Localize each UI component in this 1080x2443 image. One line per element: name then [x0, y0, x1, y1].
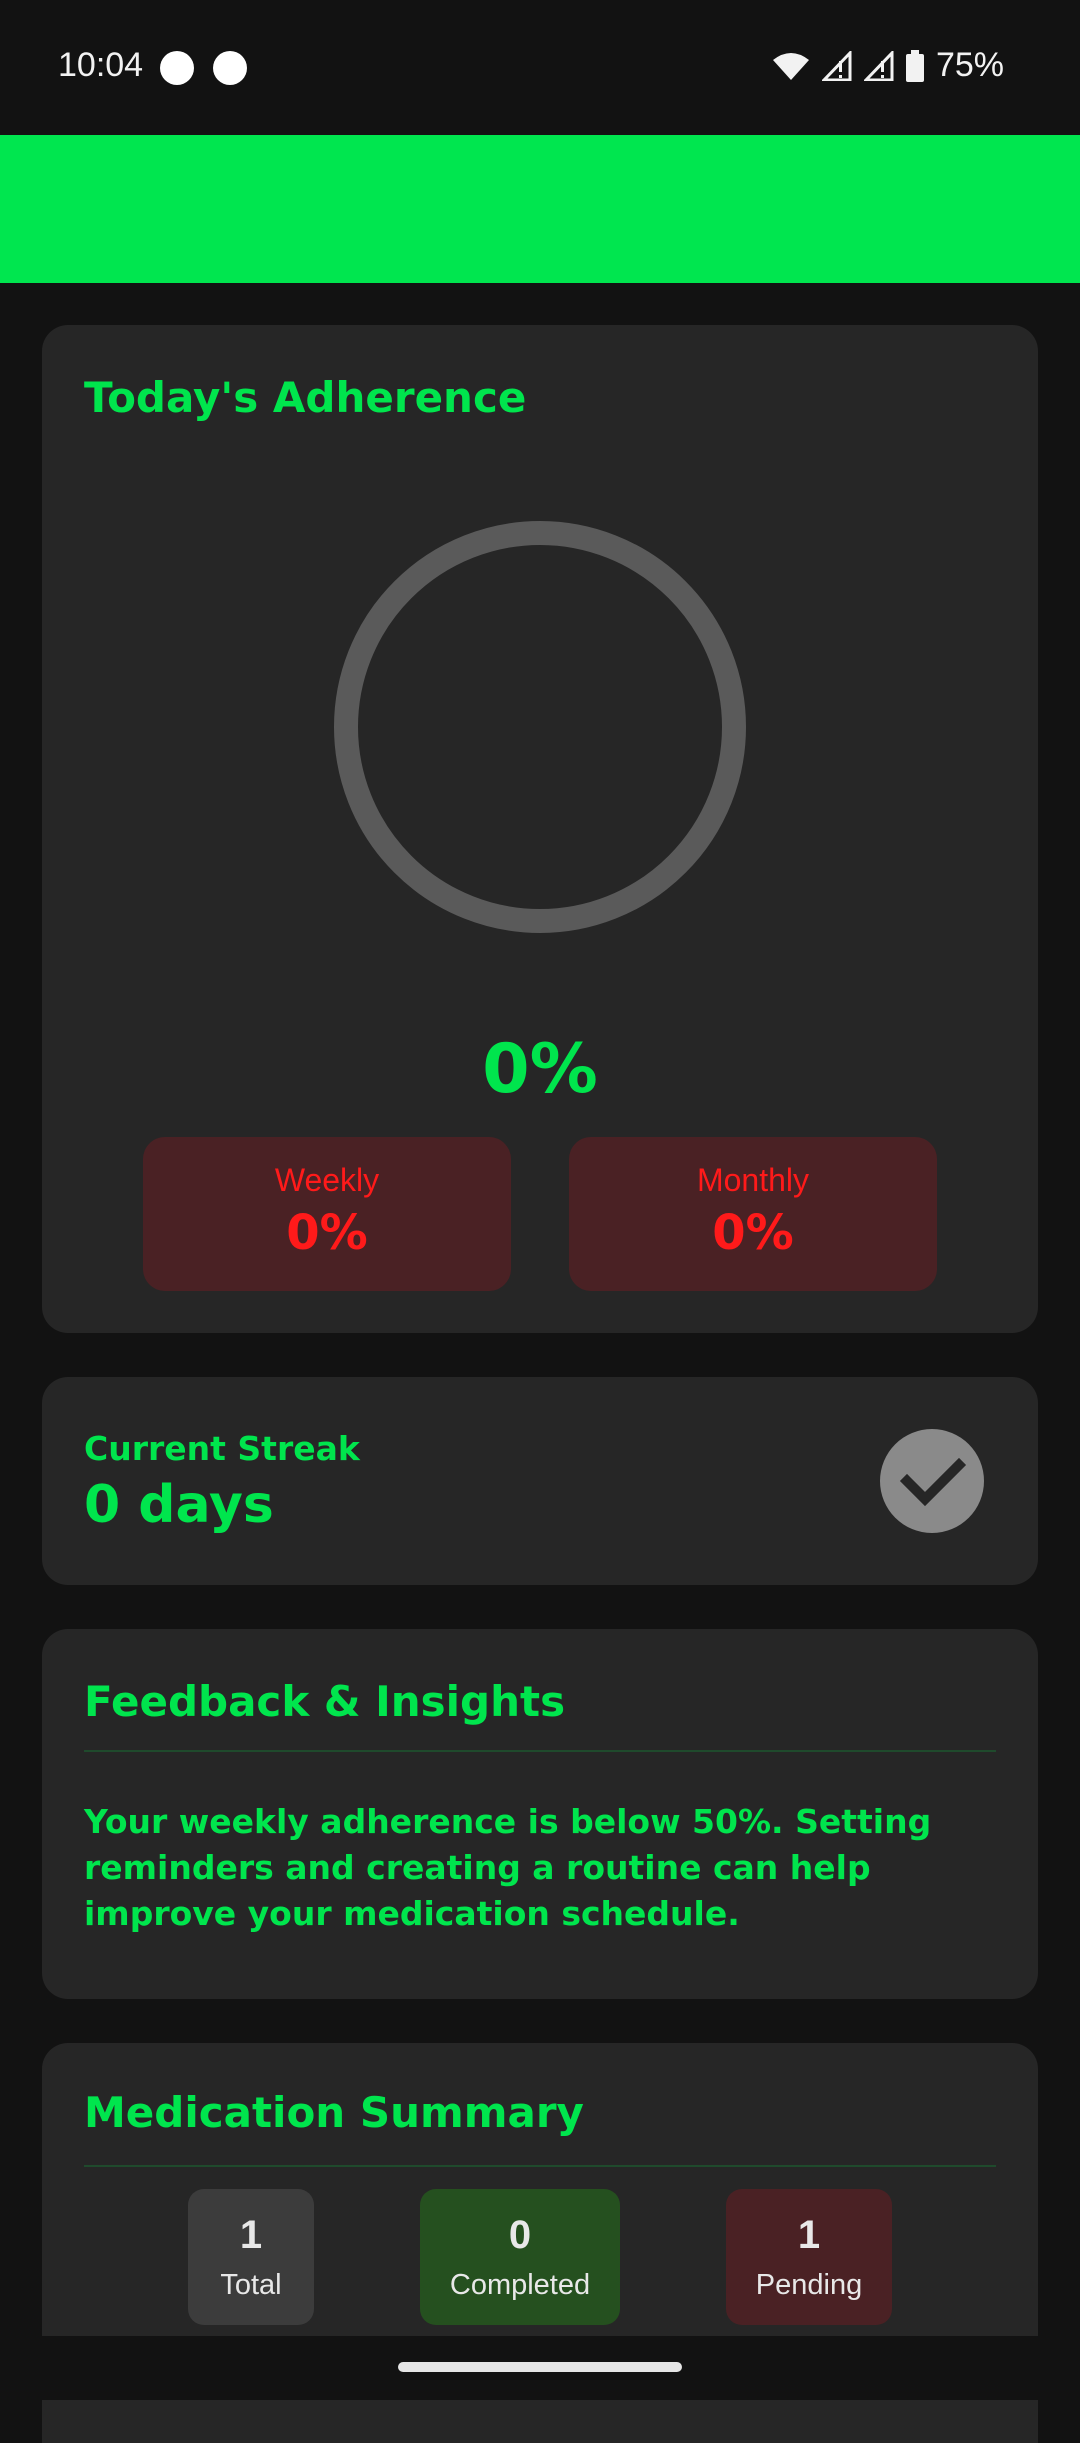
adherence-title: Today's Adherence [84, 373, 527, 422]
feedback-card: Feedback & Insights Your weekly adherenc… [42, 1629, 1038, 1999]
battery-icon [905, 49, 924, 82]
notification-dot-icon [160, 51, 194, 85]
streak-value: 0 days [84, 1475, 274, 1535]
stat-pending-value: 1 [797, 2213, 821, 2257]
stat-completed-value: 0 [508, 2213, 532, 2257]
summary-divider [84, 2165, 996, 2167]
feedback-message: Your weekly adherence is below 50%. Sett… [84, 1802, 932, 1933]
today-adherence-percent: 0% [482, 1030, 598, 1109]
notification-dot-icon [213, 51, 247, 85]
stat-total-label: Total [220, 2269, 282, 2301]
streak-status-badge [880, 1429, 984, 1533]
monthly-label: Monthly [696, 1162, 810, 1198]
stat-completed-label: Completed [449, 2269, 591, 2301]
stat-total[interactable]: 1 Total [188, 2189, 314, 2325]
feedback-divider [84, 1750, 996, 1752]
monthly-value: 0% [712, 1205, 794, 1261]
status-icons: 75% [772, 46, 1004, 85]
signal-icon [821, 50, 852, 81]
weekly-adherence-box: Weekly 0% [143, 1137, 511, 1291]
signal-icon [863, 50, 894, 81]
adherence-progress-ring [334, 521, 746, 933]
app-header [0, 135, 1080, 283]
progress-ring-track [334, 521, 746, 933]
weekly-value: 0% [286, 1205, 368, 1261]
streak-label: Current Streak [84, 1429, 360, 1468]
stat-pending[interactable]: 1 Pending [726, 2189, 892, 2325]
weekly-label: Weekly [274, 1162, 380, 1198]
status-time: 10:04 [58, 46, 144, 84]
stat-total-value: 1 [239, 2213, 263, 2257]
home-indicator[interactable] [398, 2362, 682, 2372]
checkmark-icon [899, 1457, 967, 1507]
stat-completed[interactable]: 0 Completed [420, 2189, 620, 2325]
adherence-card: Today's Adherence 0% Weekly 0% Monthly 0… [42, 325, 1038, 1333]
feedback-title: Feedback & Insights [84, 1677, 566, 1726]
gesture-navigation-bar [0, 2336, 1080, 2400]
status-bar: 10:04 75% [0, 0, 1080, 135]
streak-card: Current Streak 0 days [42, 1377, 1038, 1585]
stat-pending-label: Pending [755, 2269, 863, 2301]
summary-title: Medication Summary [84, 2088, 584, 2137]
wifi-icon [772, 52, 809, 80]
monthly-adherence-box: Monthly 0% [569, 1137, 937, 1291]
battery-percentage: 75% [935, 46, 1004, 84]
